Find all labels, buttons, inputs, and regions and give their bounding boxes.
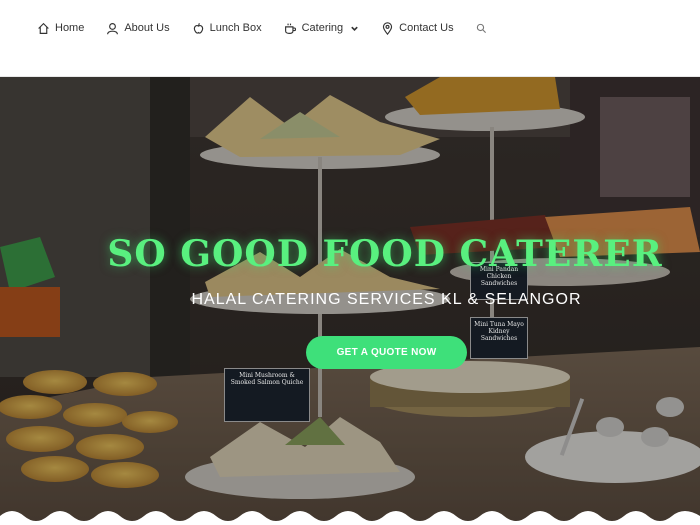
hero-section: Mini Mushroom & Smoked Salmon Quiche Min… [0, 77, 700, 525]
search-icon [476, 23, 486, 33]
apple-icon [193, 22, 203, 34]
nav-lunch-box[interactable]: Lunch Box [192, 22, 262, 35]
hero-title: SO GOOD FOOD CATERER [107, 233, 663, 275]
get-quote-button[interactable]: GET A QUOTE NOW [306, 336, 467, 369]
nav-lunch-box-label: Lunch Box [209, 22, 262, 34]
site-header: Home About Us Lunch Box Catering Contact… [0, 0, 700, 77]
nav-about-us[interactable]: About Us [106, 22, 170, 35]
cup-icon [284, 23, 296, 34]
food-label-tuna: Mini Tuna Mayo Kidney Sandwiches [474, 321, 524, 342]
user-icon [107, 22, 119, 34]
main-nav: Home About Us Lunch Box Catering Contact… [37, 19, 509, 37]
nav-home[interactable]: Home [37, 22, 84, 35]
food-label-sign: Mini Tuna Mayo Kidney Sandwiches [470, 317, 528, 359]
nav-catering[interactable]: Catering [284, 22, 360, 35]
home-icon [38, 22, 49, 34]
nav-home-label: Home [55, 22, 85, 34]
nav-about-us-label: About Us [124, 22, 170, 34]
nav-search-button[interactable] [476, 23, 487, 34]
food-label-mushroom: Mini Mushroom & Smoked Salmon Quiche [230, 372, 304, 386]
nav-contact-us-label: Contact Us [399, 22, 454, 34]
food-label-sign: Mini Mushroom & Smoked Salmon Quiche [224, 368, 310, 422]
nav-catering-label: Catering [301, 22, 344, 34]
nav-contact-us[interactable]: Contact Us [381, 21, 454, 35]
chevron-down-icon [351, 26, 358, 31]
wave-divider [0, 511, 700, 525]
hero-subtitle: HALAL CATERING SERVICES KL & SELANGOR [191, 291, 582, 308]
map-pin-icon [383, 21, 393, 35]
